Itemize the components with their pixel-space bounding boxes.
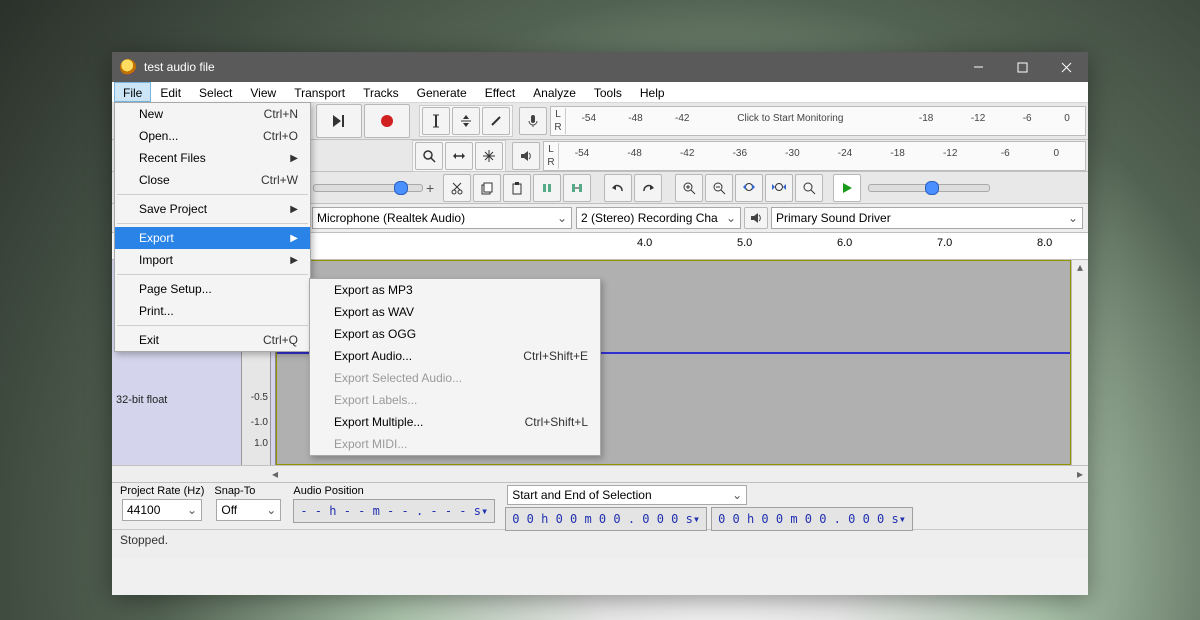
menu-tracks[interactable]: Tracks (354, 82, 408, 102)
menu-item-import[interactable]: Import▶ (115, 249, 310, 271)
menu-item-export-selected: Export Selected Audio... (310, 367, 600, 389)
vertical-scrollbar[interactable]: ▴ (1071, 260, 1088, 465)
status-text: Stopped. (120, 533, 168, 547)
zoom-toggle-button[interactable] (795, 174, 823, 202)
envelope-tool-button[interactable] (452, 107, 480, 135)
status-bar: Stopped. (112, 530, 1088, 558)
record-meter[interactable]: LR -54 -48 -42 Click to Start Monitoring… (550, 106, 1086, 136)
copy-button[interactable] (473, 174, 501, 202)
menu-item-print[interactable]: Print... (115, 300, 310, 322)
mic-icon[interactable] (519, 107, 547, 135)
fit-project-button[interactable] (765, 174, 793, 202)
close-button[interactable] (1044, 52, 1088, 82)
horizontal-scrollbar[interactable]: ◂ ▸ (112, 466, 1088, 483)
chevron-down-icon: ⌄ (1062, 211, 1078, 225)
menu-separator (117, 223, 308, 224)
project-rate-label: Project Rate (Hz) (120, 485, 204, 497)
menu-analyze[interactable]: Analyze (524, 82, 585, 102)
menu-effect[interactable]: Effect (476, 82, 524, 102)
chevron-right-icon: ▶ (290, 204, 298, 215)
selection-toolbar: Project Rate (Hz) 44100⌄ Snap-To Off⌄ Au… (112, 483, 1088, 530)
selection-mode-combo[interactable]: Start and End of Selection⌄ (507, 485, 747, 505)
menu-generate[interactable]: Generate (408, 82, 476, 102)
selection-start-readout[interactable]: 0 0 h 0 0 m 0 0 . 0 0 0 s ▾ (505, 507, 707, 531)
output-device-combo[interactable]: Primary Sound Driver⌄ (771, 207, 1083, 229)
menu-transport[interactable]: Transport (285, 82, 354, 102)
skip-end-button[interactable] (316, 104, 362, 138)
menu-item-page-setup[interactable]: Page Setup... (115, 278, 310, 300)
app-window: test audio file File Edit Select View Tr… (112, 52, 1088, 595)
menu-item-export-wav[interactable]: Export as WAV (310, 301, 600, 323)
menu-separator (117, 325, 308, 326)
app-icon (120, 59, 136, 75)
menu-tools[interactable]: Tools (585, 82, 631, 102)
menu-item-recent-files[interactable]: Recent Files▶ (115, 147, 310, 169)
silence-button[interactable] (563, 174, 591, 202)
paste-button[interactable] (503, 174, 531, 202)
chevron-right-icon: ▶ (290, 255, 298, 266)
minimize-button[interactable] (956, 52, 1000, 82)
zoom-out-button[interactable] (705, 174, 733, 202)
file-menu-dropdown: NewCtrl+N Open...Ctrl+O Recent Files▶ Cl… (114, 102, 311, 352)
menu-item-open[interactable]: Open...Ctrl+O (115, 125, 310, 147)
menu-item-new[interactable]: NewCtrl+N (115, 103, 310, 125)
scroll-left-icon[interactable]: ◂ (267, 467, 283, 481)
snap-to-combo[interactable]: Off⌄ (216, 499, 281, 521)
menu-item-export-audio[interactable]: Export Audio...Ctrl+Shift+E (310, 345, 600, 367)
export-submenu: Export as MP3 Export as WAV Export as OG… (309, 278, 601, 456)
zoom-tool-button[interactable] (415, 142, 443, 170)
menu-view[interactable]: View (241, 82, 285, 102)
channels-combo[interactable]: 2 (Stereo) Recording Cha⌄ (576, 207, 741, 229)
zoom-in-button[interactable] (675, 174, 703, 202)
timeshift-tool-button[interactable] (445, 142, 473, 170)
menu-separator (117, 194, 308, 195)
menu-item-export-multiple[interactable]: Export Multiple...Ctrl+Shift+L (310, 411, 600, 433)
menu-item-export-labels: Export Labels... (310, 389, 600, 411)
fit-selection-button[interactable] (735, 174, 763, 202)
play-at-speed-button[interactable] (833, 174, 861, 202)
audio-position-label: Audio Position (293, 485, 495, 497)
window-title: test audio file (144, 60, 956, 74)
cut-button[interactable] (443, 174, 471, 202)
menubar: File Edit Select View Transport Tracks G… (112, 82, 1088, 103)
undo-button[interactable] (604, 174, 632, 202)
trim-button[interactable] (533, 174, 561, 202)
scroll-right-icon[interactable]: ▸ (1072, 467, 1088, 481)
input-device-combo[interactable]: Microphone (Realtek Audio)⌄ (312, 207, 572, 229)
chevron-down-icon: ⌄ (720, 211, 736, 225)
menu-separator (117, 274, 308, 275)
multi-tool-button[interactable] (475, 142, 503, 170)
speaker-icon[interactable] (512, 142, 540, 170)
redo-button[interactable] (634, 174, 662, 202)
menu-file[interactable]: File (114, 82, 151, 102)
menu-item-export[interactable]: Export▶ (115, 227, 310, 249)
playback-meter[interactable]: LR -54 -48 -42 -36 -30 -24 -18 -12 -6 0 (543, 141, 1086, 171)
meter-start-monitoring[interactable]: Click to Start Monitoring (737, 113, 843, 124)
audio-position-readout[interactable]: - - h - - m - - . - - - s ▾ (293, 499, 495, 523)
menu-item-close[interactable]: CloseCtrl+W (115, 169, 310, 191)
selection-end-readout[interactable]: 0 0 h 0 0 m 0 0 . 0 0 0 s ▾ (711, 507, 913, 531)
chevron-down-icon: ⌄ (551, 211, 567, 225)
menu-edit[interactable]: Edit (151, 82, 190, 102)
chevron-right-icon: ▶ (290, 233, 298, 244)
chevron-right-icon: ▶ (290, 153, 298, 164)
menu-item-export-midi: Export MIDI... (310, 433, 600, 455)
menu-select[interactable]: Select (190, 82, 241, 102)
menu-item-export-mp3[interactable]: Export as MP3 (310, 279, 600, 301)
titlebar: test audio file (112, 52, 1088, 82)
menu-item-export-ogg[interactable]: Export as OGG (310, 323, 600, 345)
gain-slider[interactable] (313, 184, 423, 192)
output-speaker-icon[interactable] (744, 207, 768, 229)
playback-speed-slider[interactable] (868, 184, 990, 192)
snap-to-label: Snap-To (214, 485, 283, 497)
selection-tool-button[interactable] (422, 107, 450, 135)
record-button[interactable] (364, 104, 410, 138)
maximize-button[interactable] (1000, 52, 1044, 82)
project-rate-combo[interactable]: 44100⌄ (122, 499, 202, 521)
menu-item-save-project[interactable]: Save Project▶ (115, 198, 310, 220)
menu-help[interactable]: Help (631, 82, 674, 102)
draw-tool-button[interactable] (482, 107, 510, 135)
menu-item-exit[interactable]: ExitCtrl+Q (115, 329, 310, 351)
